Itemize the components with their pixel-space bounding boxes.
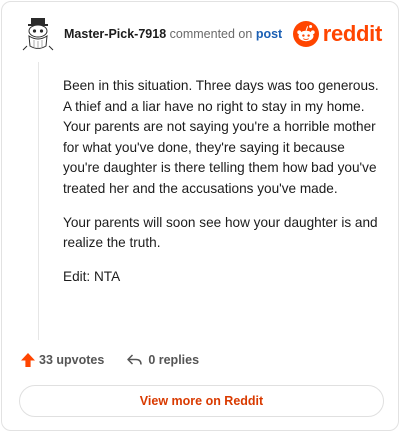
- upvote-count: 33 upvotes: [39, 353, 105, 367]
- snoo-avatar-icon[interactable]: [20, 16, 56, 52]
- comment-paragraph-2: Your parents will soon see how your daug…: [63, 214, 378, 251]
- thread-line: [38, 62, 39, 340]
- comment-actions: 33 upvotes 0 replies: [20, 350, 199, 370]
- comment-meta: Master-Pick-7918 commented on post: [64, 27, 282, 41]
- comment-header: Master-Pick-7918 commented on post reddi…: [20, 16, 382, 52]
- reply-control[interactable]: 0 replies: [126, 352, 199, 368]
- view-more-button[interactable]: View more on Reddit: [19, 385, 384, 417]
- embedded-comment-card: Master-Pick-7918 commented on post reddi…: [1, 1, 399, 431]
- comment-paragraph-1: Been in this situation. Three days was t…: [63, 78, 379, 196]
- reply-arrow-icon[interactable]: [126, 352, 143, 368]
- post-link[interactable]: post: [256, 27, 282, 41]
- reply-count: 0 replies: [148, 353, 200, 367]
- username-link[interactable]: Master-Pick-7918: [64, 27, 166, 41]
- reddit-brand[interactable]: reddit: [292, 19, 383, 49]
- reddit-wordmark: reddit: [322, 21, 383, 46]
- upvote-control[interactable]: 33 upvotes: [20, 352, 104, 368]
- reddit-logo-icon: [292, 21, 319, 47]
- upvote-arrow-icon[interactable]: [20, 352, 36, 368]
- comment-paragraph-3: Edit: NTA: [63, 268, 121, 284]
- action-text: commented on: [169, 27, 253, 41]
- comment-body: Been in this situation. Three days was t…: [63, 76, 381, 300]
